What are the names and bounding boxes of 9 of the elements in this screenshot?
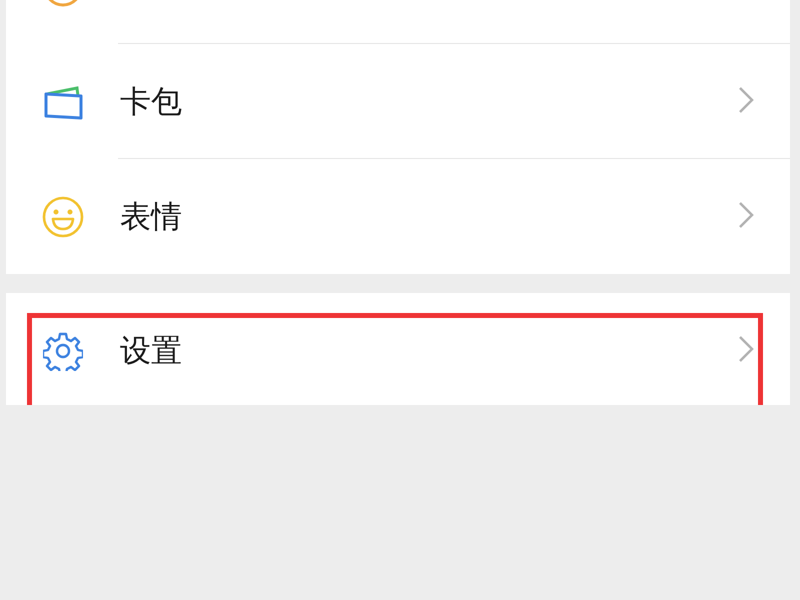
settings-icon	[43, 330, 83, 370]
menu-item[interactable]: 设置	[6, 293, 790, 405]
menu-item[interactable]: 卡包	[6, 44, 790, 159]
chevron-icon	[738, 200, 754, 228]
wallet-icon	[43, 84, 83, 120]
menu-item[interactable]: 表情	[6, 159, 790, 274]
smiley-icon	[42, 196, 84, 238]
chevron-icon	[738, 334, 754, 362]
chevron-icon	[738, 86, 754, 114]
